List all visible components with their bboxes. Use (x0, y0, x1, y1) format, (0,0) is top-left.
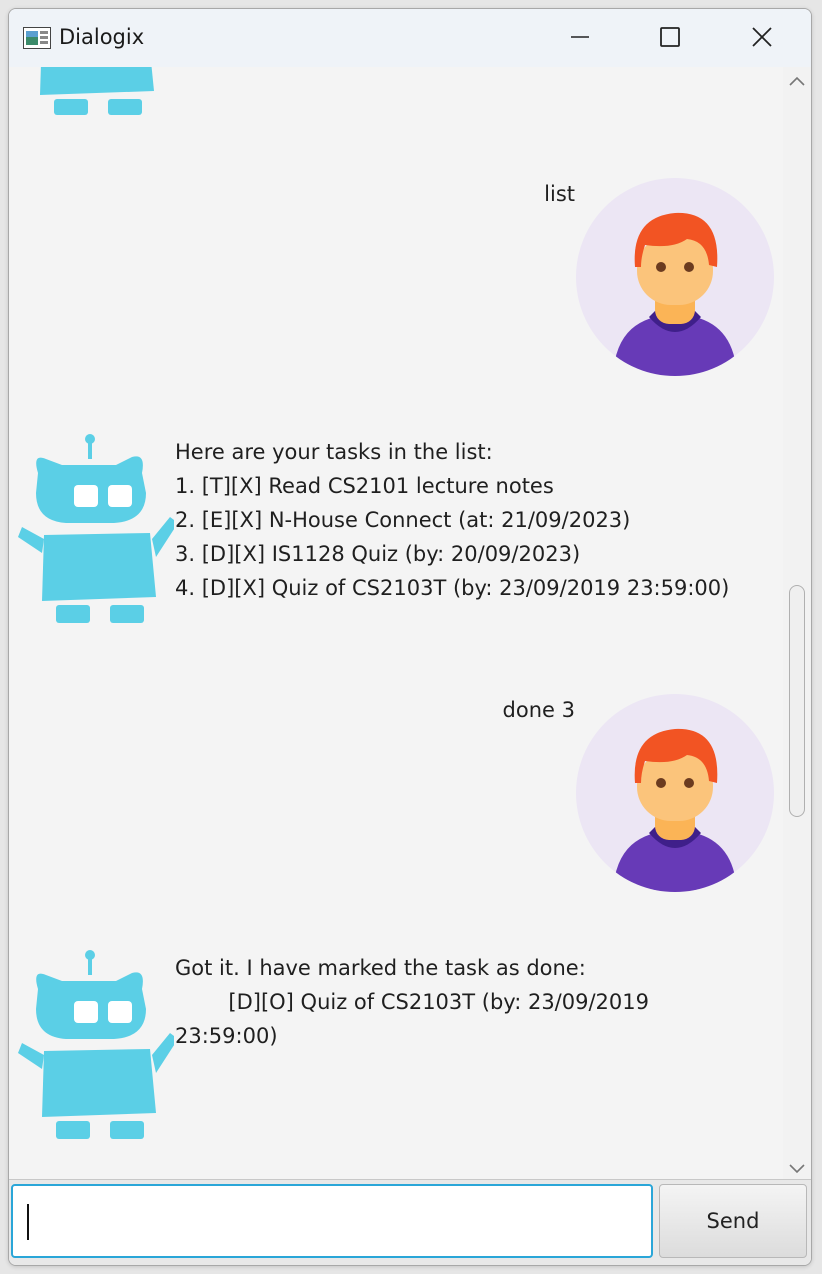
vertical-scrollbar[interactable] (783, 67, 811, 1179)
text-caret (27, 1204, 29, 1240)
robot-avatar (40, 67, 154, 115)
message-input[interactable] (11, 1184, 653, 1258)
send-button[interactable]: Send (659, 1184, 807, 1258)
bot-message-text: Got it. I have marked the task as done: … (175, 956, 649, 1048)
app-icon (23, 27, 51, 49)
robot-avatar (18, 434, 174, 623)
bot-message-text: Here are your tasks in the list: 1. [T][… (175, 440, 730, 600)
input-bar: Send (9, 1179, 811, 1265)
close-icon (752, 27, 772, 47)
user-avatar (576, 694, 774, 892)
user-message-text: done 3 (502, 698, 575, 722)
close-button[interactable] (717, 9, 807, 65)
chevron-down-icon[interactable] (788, 1163, 806, 1175)
robot-avatar (18, 950, 174, 1139)
minimize-icon (571, 36, 589, 38)
minimize-button[interactable] (535, 9, 625, 65)
window-title: Dialogix (59, 25, 145, 49)
maximize-icon (660, 27, 680, 47)
chevron-up-icon[interactable] (788, 75, 806, 87)
app-window: Dialogix list Here are your tasks in the… (8, 8, 812, 1266)
title-bar[interactable]: Dialogix (9, 9, 811, 67)
user-message-text: list (544, 182, 575, 206)
send-button-label: Send (706, 1209, 760, 1233)
user-avatar (576, 178, 774, 376)
scrollbar-thumb[interactable] (789, 585, 805, 817)
chat-area[interactable]: list Here are your tasks in the list: 1.… (9, 67, 781, 1177)
maximize-button[interactable] (625, 9, 715, 65)
